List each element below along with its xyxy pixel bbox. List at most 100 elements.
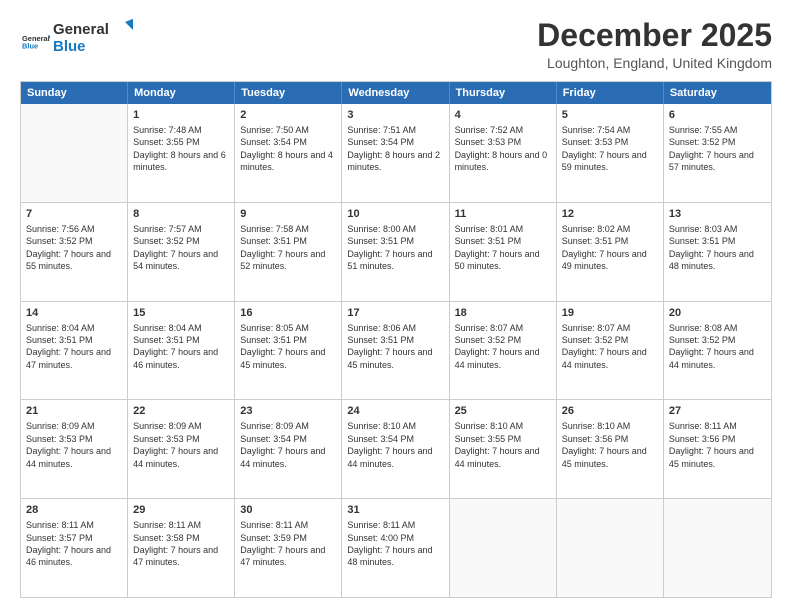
calendar-week-row: 21Sunrise: 8:09 AM Sunset: 3:53 PM Dayli… — [21, 399, 771, 498]
day-number: 25 — [455, 404, 551, 419]
page: General Blue General Blue December 2025 … — [0, 0, 792, 612]
cell-details: Sunrise: 7:52 AM Sunset: 3:53 PM Dayligh… — [455, 124, 551, 174]
calendar-cell: 12Sunrise: 8:02 AM Sunset: 3:51 PM Dayli… — [557, 203, 664, 301]
cell-details: Sunrise: 8:04 AM Sunset: 3:51 PM Dayligh… — [26, 322, 122, 372]
day-number: 19 — [562, 306, 658, 321]
cell-details: Sunrise: 8:10 AM Sunset: 3:54 PM Dayligh… — [347, 420, 443, 470]
calendar-cell: 29Sunrise: 8:11 AM Sunset: 3:58 PM Dayli… — [128, 499, 235, 597]
calendar-cell: 8Sunrise: 7:57 AM Sunset: 3:52 PM Daylig… — [128, 203, 235, 301]
day-number: 23 — [240, 404, 336, 419]
day-of-week-header: Thursday — [450, 82, 557, 104]
calendar-cell: 22Sunrise: 8:09 AM Sunset: 3:53 PM Dayli… — [128, 400, 235, 498]
day-number: 21 — [26, 404, 122, 419]
day-number: 22 — [133, 404, 229, 419]
cell-details: Sunrise: 8:09 AM Sunset: 3:53 PM Dayligh… — [133, 420, 229, 470]
day-number: 18 — [455, 306, 551, 321]
day-number: 17 — [347, 306, 443, 321]
day-of-week-header: Tuesday — [235, 82, 342, 104]
cell-details: Sunrise: 8:11 AM Sunset: 3:59 PM Dayligh… — [240, 519, 336, 569]
calendar-cell: 4Sunrise: 7:52 AM Sunset: 3:53 PM Daylig… — [450, 104, 557, 202]
cell-details: Sunrise: 7:51 AM Sunset: 3:54 PM Dayligh… — [347, 124, 443, 174]
day-number: 7 — [26, 207, 122, 222]
cell-details: Sunrise: 8:01 AM Sunset: 3:51 PM Dayligh… — [455, 223, 551, 273]
day-number: 26 — [562, 404, 658, 419]
day-of-week-header: Wednesday — [342, 82, 449, 104]
cell-details: Sunrise: 7:55 AM Sunset: 3:52 PM Dayligh… — [669, 124, 766, 174]
calendar-cell: 3Sunrise: 7:51 AM Sunset: 3:54 PM Daylig… — [342, 104, 449, 202]
day-number: 1 — [133, 108, 229, 123]
calendar-cell: 9Sunrise: 7:58 AM Sunset: 3:51 PM Daylig… — [235, 203, 342, 301]
day-number: 3 — [347, 108, 443, 123]
cell-details: Sunrise: 7:57 AM Sunset: 3:52 PM Dayligh… — [133, 223, 229, 273]
calendar-cell: 26Sunrise: 8:10 AM Sunset: 3:56 PM Dayli… — [557, 400, 664, 498]
calendar-cell: 20Sunrise: 8:08 AM Sunset: 3:52 PM Dayli… — [664, 302, 771, 400]
calendar-cell: 28Sunrise: 8:11 AM Sunset: 3:57 PM Dayli… — [21, 499, 128, 597]
calendar-header: SundayMondayTuesdayWednesdayThursdayFrid… — [21, 82, 771, 104]
calendar-week-row: 14Sunrise: 8:04 AM Sunset: 3:51 PM Dayli… — [21, 301, 771, 400]
cell-details: Sunrise: 7:56 AM Sunset: 3:52 PM Dayligh… — [26, 223, 122, 273]
day-number: 29 — [133, 503, 229, 518]
cell-details: Sunrise: 8:08 AM Sunset: 3:52 PM Dayligh… — [669, 322, 766, 372]
day-number: 28 — [26, 503, 122, 518]
cell-details: Sunrise: 8:11 AM Sunset: 3:57 PM Dayligh… — [26, 519, 122, 569]
cell-details: Sunrise: 8:10 AM Sunset: 3:56 PM Dayligh… — [562, 420, 658, 470]
cell-details: Sunrise: 7:48 AM Sunset: 3:55 PM Dayligh… — [133, 124, 229, 174]
day-number: 12 — [562, 207, 658, 222]
calendar-cell — [21, 104, 128, 202]
day-number: 4 — [455, 108, 551, 123]
month-title: December 2025 — [537, 18, 772, 53]
day-number: 31 — [347, 503, 443, 518]
calendar-week-row: 28Sunrise: 8:11 AM Sunset: 3:57 PM Dayli… — [21, 498, 771, 597]
calendar-cell: 30Sunrise: 8:11 AM Sunset: 3:59 PM Dayli… — [235, 499, 342, 597]
day-number: 8 — [133, 207, 229, 222]
calendar-cell: 18Sunrise: 8:07 AM Sunset: 3:52 PM Dayli… — [450, 302, 557, 400]
day-of-week-header: Saturday — [664, 82, 771, 104]
logo-icon: General Blue — [22, 28, 50, 56]
day-number: 9 — [240, 207, 336, 222]
day-number: 20 — [669, 306, 766, 321]
day-number: 6 — [669, 108, 766, 123]
day-number: 10 — [347, 207, 443, 222]
cell-details: Sunrise: 8:11 AM Sunset: 3:56 PM Dayligh… — [669, 420, 766, 470]
logo-graphic: General Blue — [53, 18, 133, 56]
calendar-cell: 19Sunrise: 8:07 AM Sunset: 3:52 PM Dayli… — [557, 302, 664, 400]
svg-text:Blue: Blue — [53, 38, 86, 55]
header: General Blue General Blue December 2025 … — [20, 18, 772, 71]
cell-details: Sunrise: 8:09 AM Sunset: 3:53 PM Dayligh… — [26, 420, 122, 470]
calendar-cell: 13Sunrise: 8:03 AM Sunset: 3:51 PM Dayli… — [664, 203, 771, 301]
day-number: 24 — [347, 404, 443, 419]
title-block: December 2025 Loughton, England, United … — [537, 18, 772, 71]
cell-details: Sunrise: 8:07 AM Sunset: 3:52 PM Dayligh… — [562, 322, 658, 372]
calendar-cell: 11Sunrise: 8:01 AM Sunset: 3:51 PM Dayli… — [450, 203, 557, 301]
calendar-cell: 14Sunrise: 8:04 AM Sunset: 3:51 PM Dayli… — [21, 302, 128, 400]
cell-details: Sunrise: 8:06 AM Sunset: 3:51 PM Dayligh… — [347, 322, 443, 372]
calendar-cell: 23Sunrise: 8:09 AM Sunset: 3:54 PM Dayli… — [235, 400, 342, 498]
day-number: 15 — [133, 306, 229, 321]
calendar-cell: 21Sunrise: 8:09 AM Sunset: 3:53 PM Dayli… — [21, 400, 128, 498]
calendar-cell: 27Sunrise: 8:11 AM Sunset: 3:56 PM Dayli… — [664, 400, 771, 498]
calendar-cell: 7Sunrise: 7:56 AM Sunset: 3:52 PM Daylig… — [21, 203, 128, 301]
day-number: 30 — [240, 503, 336, 518]
calendar-cell: 25Sunrise: 8:10 AM Sunset: 3:55 PM Dayli… — [450, 400, 557, 498]
calendar-week-row: 7Sunrise: 7:56 AM Sunset: 3:52 PM Daylig… — [21, 202, 771, 301]
cell-details: Sunrise: 8:09 AM Sunset: 3:54 PM Dayligh… — [240, 420, 336, 470]
cell-details: Sunrise: 8:07 AM Sunset: 3:52 PM Dayligh… — [455, 322, 551, 372]
cell-details: Sunrise: 7:54 AM Sunset: 3:53 PM Dayligh… — [562, 124, 658, 174]
calendar-week-row: 1Sunrise: 7:48 AM Sunset: 3:55 PM Daylig… — [21, 104, 771, 202]
day-number: 2 — [240, 108, 336, 123]
calendar-cell — [450, 499, 557, 597]
calendar: SundayMondayTuesdayWednesdayThursdayFrid… — [20, 81, 772, 598]
day-number: 5 — [562, 108, 658, 123]
cell-details: Sunrise: 7:58 AM Sunset: 3:51 PM Dayligh… — [240, 223, 336, 273]
day-number: 27 — [669, 404, 766, 419]
day-number: 13 — [669, 207, 766, 222]
cell-details: Sunrise: 8:10 AM Sunset: 3:55 PM Dayligh… — [455, 420, 551, 470]
calendar-cell: 10Sunrise: 8:00 AM Sunset: 3:51 PM Dayli… — [342, 203, 449, 301]
day-number: 16 — [240, 306, 336, 321]
calendar-cell: 24Sunrise: 8:10 AM Sunset: 3:54 PM Dayli… — [342, 400, 449, 498]
day-of-week-header: Monday — [128, 82, 235, 104]
calendar-cell: 2Sunrise: 7:50 AM Sunset: 3:54 PM Daylig… — [235, 104, 342, 202]
cell-details: Sunrise: 8:11 AM Sunset: 3:58 PM Dayligh… — [133, 519, 229, 569]
day-of-week-header: Friday — [557, 82, 664, 104]
svg-text:General: General — [53, 21, 109, 38]
